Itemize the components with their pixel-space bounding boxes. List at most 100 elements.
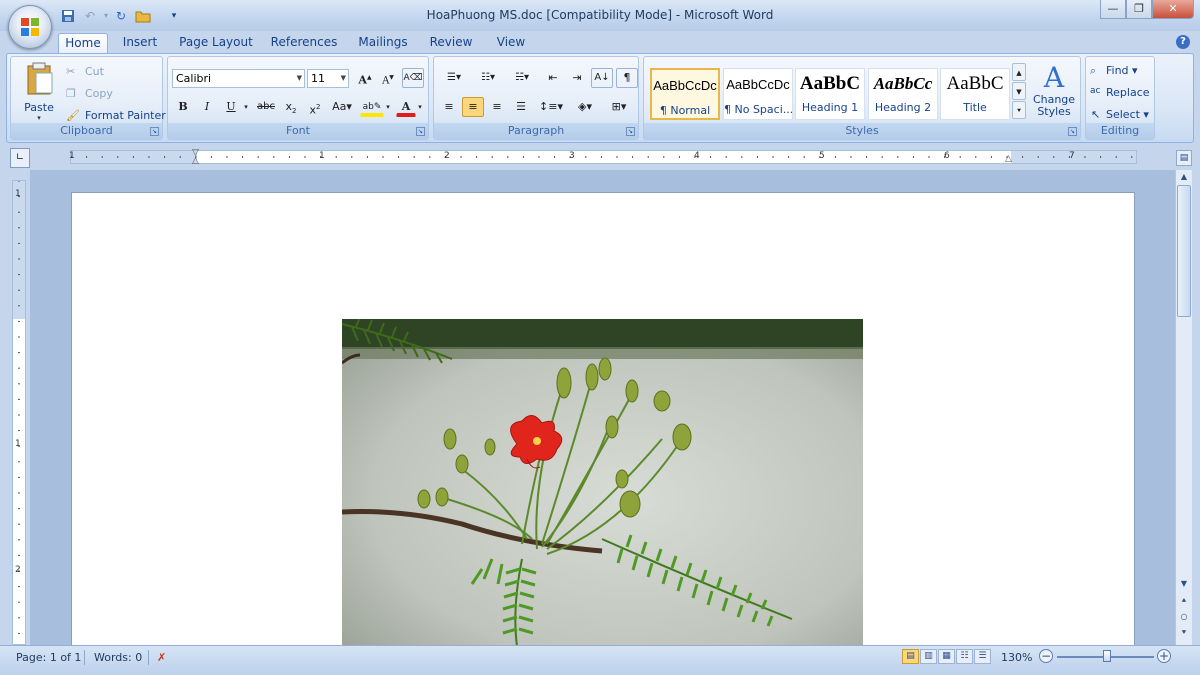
office-button[interactable] xyxy=(8,5,52,49)
italic-button[interactable]: I xyxy=(196,97,218,117)
shading-button[interactable]: ◈▾ xyxy=(570,97,600,117)
full-screen-reading-button[interactable]: ▥ xyxy=(920,649,937,664)
show-formatting-button[interactable]: ¶ xyxy=(616,68,638,88)
undo-dropdown-icon[interactable]: ▾ xyxy=(98,9,114,23)
tab-selector-button[interactable]: ∟ xyxy=(10,148,30,168)
subscript-button[interactable]: x2 xyxy=(280,97,302,117)
zoom-slider-thumb[interactable] xyxy=(1103,650,1111,662)
print-layout-view-button[interactable]: ▤ xyxy=(902,649,919,664)
line-spacing-button[interactable]: ↕≡▾ xyxy=(536,97,566,117)
grow-font-button[interactable]: A▲ xyxy=(354,68,376,88)
bullets-button[interactable]: ☰▾ xyxy=(438,68,470,88)
horizontal-ruler[interactable]: 1 1 2 3 4 5 6 7 ▽ △ △ xyxy=(69,148,1137,166)
open-folder-icon[interactable] xyxy=(135,9,151,23)
maximize-button[interactable]: ❐ xyxy=(1126,0,1152,19)
sort-button[interactable]: A↓ xyxy=(591,68,613,88)
style-no-spacing[interactable]: AaBbCcDc ¶ No Spaci... xyxy=(723,68,793,120)
zoom-out-button[interactable]: − xyxy=(1039,649,1053,663)
strikethrough-button[interactable]: abc xyxy=(254,97,278,117)
align-center-button[interactable]: ≡ xyxy=(462,97,484,117)
right-indent-marker[interactable]: △ xyxy=(1005,154,1012,164)
minimize-button[interactable]: — xyxy=(1100,0,1126,19)
font-launcher-icon[interactable]: ↘ xyxy=(416,127,425,136)
align-right-button[interactable]: ≡ xyxy=(486,97,508,117)
paste-dropdown-icon[interactable]: ▾ xyxy=(16,114,62,122)
shrink-font-button[interactable]: A▼ xyxy=(377,68,399,88)
next-page-icon[interactable]: ⯆ xyxy=(1177,626,1191,640)
tab-references[interactable]: References xyxy=(270,33,338,54)
word-count[interactable]: Words: 0 xyxy=(94,651,142,664)
font-size-dropdown-icon[interactable]: ▼ xyxy=(341,70,346,87)
tab-view[interactable]: View xyxy=(491,33,531,54)
highlight-dropdown-icon[interactable]: ▾ xyxy=(384,97,392,117)
customize-qat-icon[interactable]: ▾ xyxy=(166,9,182,23)
undo-icon[interactable]: ↶ xyxy=(82,9,98,23)
scroll-down-icon[interactable]: ▼ xyxy=(1177,577,1191,591)
previous-page-icon[interactable]: ⯅ xyxy=(1177,594,1191,608)
page-count[interactable]: Page: 1 of 1 xyxy=(16,651,81,664)
font-family-combo[interactable]: Calibri ▼ xyxy=(172,69,305,88)
underline-button[interactable]: U xyxy=(220,97,242,117)
clipboard-launcher-icon[interactable]: ↘ xyxy=(150,127,159,136)
font-size-combo[interactable]: 11 ▼ xyxy=(307,69,349,88)
numbering-button[interactable]: ☷▾ xyxy=(472,68,504,88)
change-case-button[interactable]: Aa▾ xyxy=(328,97,356,117)
document-page[interactable] xyxy=(71,192,1135,652)
style-heading-2[interactable]: AaBbCc Heading 2 xyxy=(868,68,938,120)
draft-view-button[interactable]: ☰ xyxy=(974,649,991,664)
style-heading-1[interactable]: AaBbC Heading 1 xyxy=(795,68,865,120)
style-normal[interactable]: AaBbCcDc ¶ Normal xyxy=(650,68,720,120)
borders-button[interactable]: ⊞▾ xyxy=(604,97,634,117)
format-painter-button[interactable]: Format Painter xyxy=(85,109,166,122)
styles-scroll-down-icon[interactable]: ▼ xyxy=(1012,82,1026,100)
vertical-ruler[interactable]: 1 1 2 xyxy=(12,180,26,645)
clear-formatting-button[interactable]: A⌫ xyxy=(402,68,424,88)
cut-button[interactable]: Cut xyxy=(85,65,104,78)
close-button[interactable]: ✕ xyxy=(1152,0,1194,19)
tab-review[interactable]: Review xyxy=(427,33,475,54)
styles-launcher-icon[interactable]: ↘ xyxy=(1068,127,1077,136)
superscript-button[interactable]: x2 xyxy=(304,97,326,117)
repeat-icon[interactable]: ↻ xyxy=(113,9,129,23)
font-color-button[interactable]: A xyxy=(396,97,416,117)
justify-button[interactable]: ☰ xyxy=(510,97,532,117)
help-icon[interactable]: ? xyxy=(1176,35,1190,49)
proofing-icon[interactable]: ✗ xyxy=(157,651,166,664)
scroll-thumb[interactable] xyxy=(1177,185,1191,317)
styles-more-icon[interactable]: ⯆ xyxy=(1012,101,1026,119)
style-title[interactable]: AaBbC Title xyxy=(940,68,1010,120)
left-indent-marker[interactable]: △ xyxy=(192,156,199,166)
decrease-indent-button[interactable]: ⇤ xyxy=(542,68,564,88)
paste-button[interactable]: Paste ▾ xyxy=(15,59,63,122)
tab-insert[interactable]: Insert xyxy=(118,33,162,54)
select-button[interactable]: Select ▾ xyxy=(1106,108,1149,121)
zoom-level[interactable]: 130% xyxy=(1001,651,1032,664)
replace-button[interactable]: Replace xyxy=(1106,86,1150,99)
tab-page-layout[interactable]: Page Layout xyxy=(178,33,254,54)
save-icon[interactable] xyxy=(60,9,76,23)
vertical-scrollbar[interactable]: ▲ ▼ ⯅ ○ ⯆ xyxy=(1175,170,1192,645)
font-family-dropdown-icon[interactable]: ▼ xyxy=(297,70,302,87)
scroll-up-icon[interactable]: ▲ xyxy=(1177,170,1191,184)
web-layout-button[interactable]: ▦ xyxy=(938,649,955,664)
document-area[interactable] xyxy=(30,170,1175,652)
underline-dropdown-icon[interactable]: ▾ xyxy=(241,97,251,117)
styles-scroll-up-icon[interactable]: ▲ xyxy=(1012,63,1026,81)
change-styles-button[interactable]: A Change Styles xyxy=(1030,61,1078,123)
outline-view-button[interactable]: ☷ xyxy=(956,649,973,664)
paragraph-launcher-icon[interactable]: ↘ xyxy=(626,127,635,136)
tab-home[interactable]: Home xyxy=(58,33,108,54)
increase-indent-button[interactable]: ⇥ xyxy=(566,68,588,88)
bold-button[interactable]: B xyxy=(172,97,194,117)
font-color-dropdown-icon[interactable]: ▾ xyxy=(416,97,424,117)
tab-mailings[interactable]: Mailings xyxy=(355,33,411,54)
copy-button[interactable]: Copy xyxy=(85,87,113,100)
highlight-button[interactable]: ab✎ xyxy=(360,97,384,117)
align-left-button[interactable]: ≡ xyxy=(438,97,460,117)
select-browse-object-icon[interactable]: ○ xyxy=(1177,610,1191,624)
flamboyant-flower-image[interactable] xyxy=(342,319,863,646)
multilevel-list-button[interactable]: ☵▾ xyxy=(506,68,538,88)
zoom-in-button[interactable]: + xyxy=(1157,649,1171,663)
find-button[interactable]: Find ▾ xyxy=(1106,64,1138,77)
view-ruler-icon[interactable]: ▤ xyxy=(1176,150,1192,166)
